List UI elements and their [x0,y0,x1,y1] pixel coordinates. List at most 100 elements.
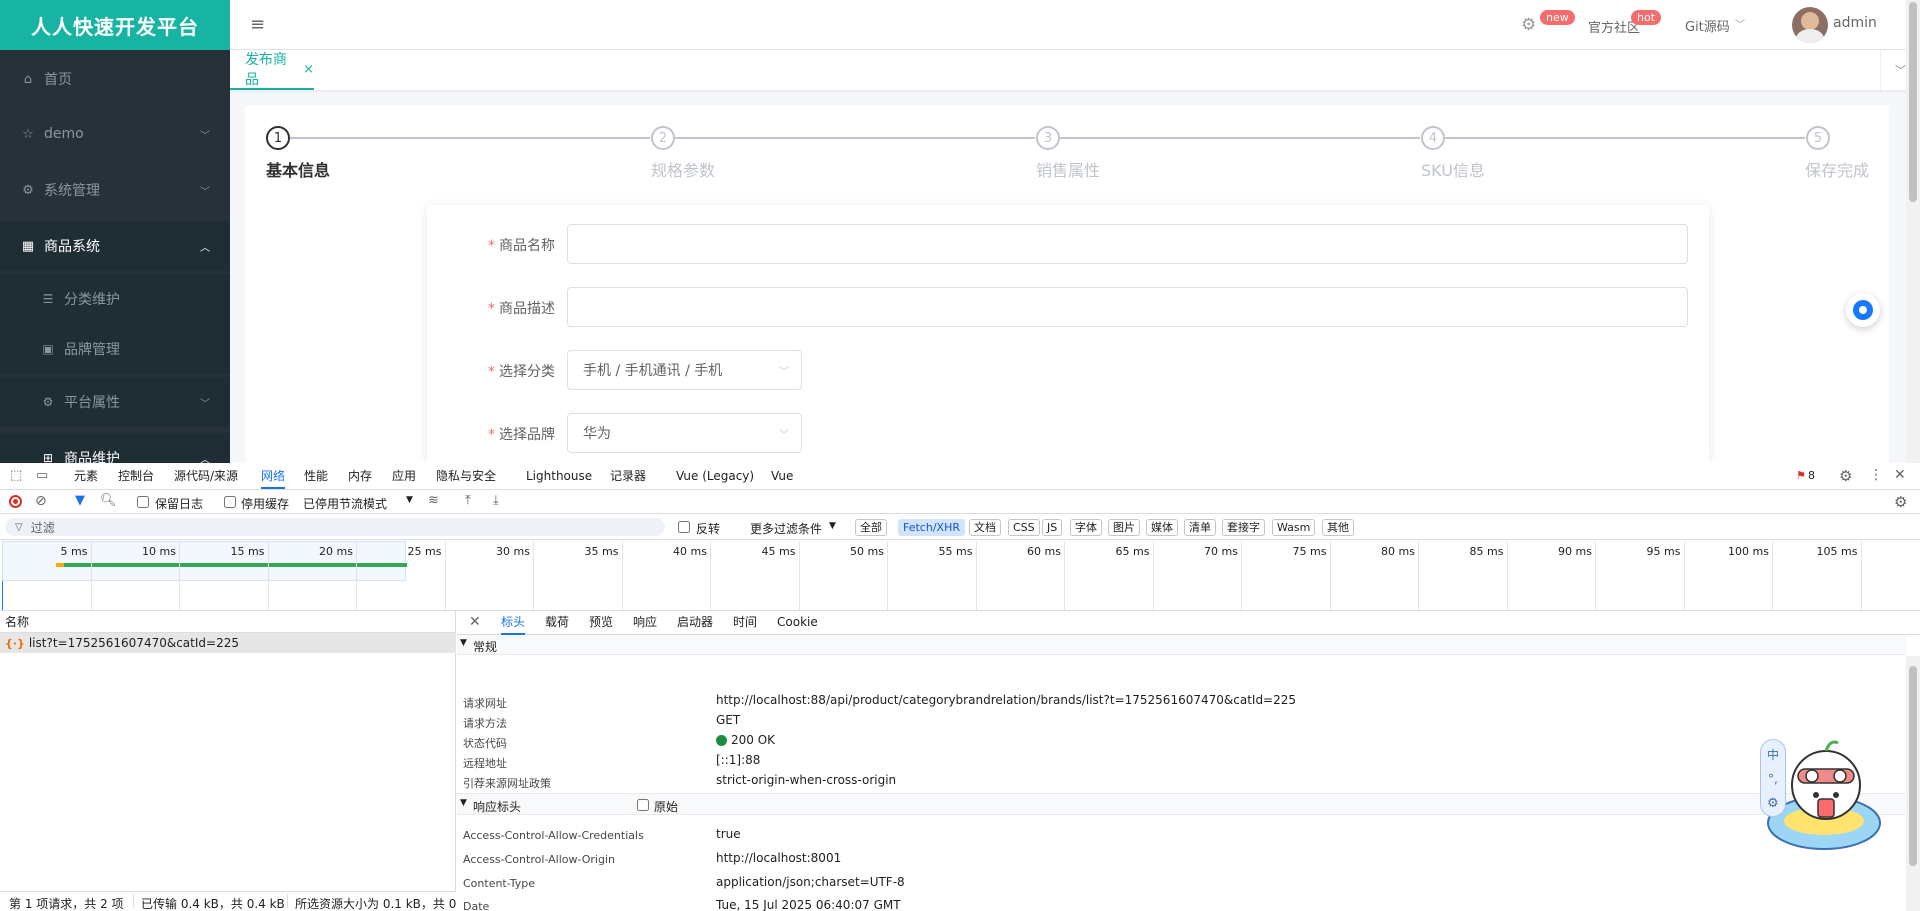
punctuation-icon[interactable]: °, [1768,772,1778,786]
close-icon[interactable]: × [303,62,314,77]
network-settings-icon[interactable]: ⚙ [1894,493,1907,511]
filter-icon[interactable]: ▼ [75,493,85,508]
response-headers-section-header[interactable]: ▼ 响应标头 原始 [457,793,1906,815]
header-value[interactable]: [::1]:88 [716,753,760,767]
tab-response[interactable]: 响应 [633,611,657,635]
timeline-tick-label: 75 ms [1292,545,1327,558]
header-value[interactable]: Tue, 15 Jul 2025 06:40:07 GMT [716,898,901,911]
header-value[interactable]: http://localhost:88/api/product/category… [716,693,1296,707]
sidebar-item-product-maintain[interactable]: ⊞ 商品维护 ︿ [0,433,230,463]
tab-memory[interactable]: 内存 [348,463,372,489]
chinese-input-icon[interactable]: 中 [1767,746,1779,763]
tab-elements[interactable]: 元素 [74,463,98,489]
tab-preview[interactable]: 预览 [589,611,613,635]
gear-icon[interactable]: ⚙ [1521,15,1536,35]
header-value[interactable]: http://localhost:8001 [716,851,841,865]
disable-cache-checkbox[interactable] [224,496,236,508]
filter-chip-css[interactable]: CSS [1008,519,1040,536]
tab-timing[interactable]: 时间 [733,611,757,635]
sidebar-item-system[interactable]: ⚙ 系统管理 ﹀ [0,165,230,215]
tab-initiator[interactable]: 启动器 [677,611,713,635]
filter-chip-media[interactable]: 媒体 [1146,519,1178,536]
issues-icon[interactable]: ⚑ [1796,469,1806,482]
request-list-header[interactable]: 名称 [0,611,456,633]
sidebar-item-category[interactable]: ☰ 分类维护 [0,274,230,324]
tab-performance[interactable]: 性能 [304,463,328,489]
clear-icon[interactable]: ⊘ [35,493,47,509]
device-toolbar-icon[interactable]: ▭ [36,468,48,483]
details-scrollbar[interactable] [1906,656,1920,911]
status-bar: 第 1 项请求，共 2 项 已传输 0.4 kB，共 0.4 kB 所选资源大小… [0,891,456,911]
sidebar-item-home[interactable]: ⌂ 首页 [0,54,230,104]
tab-vue[interactable]: Vue [771,463,793,489]
tab-payload[interactable]: 载荷 [545,611,569,635]
tab-console[interactable]: 控制台 [118,463,154,489]
git-source-menu[interactable]: Git源码 [1685,16,1730,35]
more-filters-dropdown[interactable]: 更多过滤条件 [750,520,822,537]
filter-chip-js[interactable]: JS [1042,519,1063,536]
floating-chat-button[interactable] [1846,293,1880,327]
sidebar-item-product-system[interactable]: ▦ 商品系统 ︿ [0,221,230,271]
filter-chip-fetch-xhr[interactable]: Fetch/XHR [898,519,965,536]
header-value[interactable]: strict-origin-when-cross-origin [716,773,896,787]
brand-logo[interactable]: 人人快速开发平台 [0,0,230,50]
product-desc-input[interactable] [567,287,1688,327]
tab-recorder[interactable]: 记录器 [610,463,646,489]
more-options-icon[interactable]: ⋮ [1869,467,1883,483]
tab-headers[interactable]: 标头 [501,611,526,635]
gear-icon[interactable]: ⚙ [1767,796,1779,811]
invert-checkbox[interactable] [678,521,690,533]
header-value[interactable]: application/json;charset=UTF-8 [716,875,905,889]
filter-chip-all[interactable]: 全部 [855,519,887,536]
timeline-tick-label: 15 ms [230,545,265,558]
tab-publish-product[interactable]: 发布商品 × [230,50,314,90]
header-value[interactable]: true [716,827,741,841]
sidebar-item-demo[interactable]: ☆ demo ﹀ [0,109,230,159]
tab-network[interactable]: 网络 [261,463,286,489]
filter-chip-socket[interactable]: 套接字 [1222,519,1265,536]
timeline-tick: 25 ms [408,541,446,610]
filter-chip-manifest[interactable]: 清单 [1184,519,1216,536]
close-devtools-icon[interactable]: ✕ [1894,467,1906,483]
product-name-input[interactable] [567,224,1688,264]
import-har-icon[interactable]: ⤒ [465,493,471,508]
header-value[interactable]: 200 OK [731,733,775,747]
throttle-select[interactable]: 已停用节流模式 [303,495,387,512]
close-details-icon[interactable]: ✕ [469,614,481,630]
filter-chip-wasm[interactable]: Wasm [1272,519,1316,536]
sidebar-item-platform-attr[interactable]: ⚙ 平台属性 ﹀ [0,377,230,427]
filter-chip-other[interactable]: 其他 [1322,519,1354,536]
tab-privacy-security[interactable]: 隐私与安全 [436,463,496,489]
search-icon[interactable]: 🔍︎ [100,493,117,508]
tab-sources[interactable]: 源代码/来源 [174,463,238,489]
timeline-tick-label: 80 ms [1381,545,1415,558]
table-row[interactable]: {·} list?t=1752561607470&catId=225 [0,633,456,653]
category-cascader[interactable]: 手机 / 手机通讯 / 手机 ﹀ [567,350,802,390]
hamburger-menu-icon[interactable]: ≡ [250,14,265,35]
general-section-header[interactable]: ▼ 常规 [457,635,1906,655]
settings-gear-icon[interactable]: ⚙ [1839,467,1852,485]
network-conditions-icon[interactable]: ≋ [428,493,439,508]
filter-input[interactable]: ▽ 过滤 [5,518,665,536]
sidebar-item-brand[interactable]: ▣ 品牌管理 [0,324,230,374]
header-value[interactable]: GET [716,713,740,727]
tab-application[interactable]: 应用 [392,463,416,489]
filter-chip-doc[interactable]: 文档 [969,519,1001,536]
user-name[interactable]: admin [1833,15,1877,31]
tab-cookies[interactable]: Cookie [777,611,818,635]
timeline-overview[interactable]: 5 ms 10 ms 15 ms 20 ms 25 ms 30 ms 35 ms 40 ms 4… [0,541,1920,611]
filter-chip-font[interactable]: 字体 [1070,519,1102,536]
export-har-icon[interactable]: ⤓ [493,493,499,508]
brand-select[interactable]: 华为 ﹀ [567,413,802,453]
filter-chip-img[interactable]: 图片 [1108,519,1140,536]
tab-lighthouse[interactable]: Lighthouse [526,463,592,489]
timeline-tick: 105 ms [1817,541,1862,610]
raw-headers-checkbox[interactable] [637,799,649,811]
disable-cache-label: 停用缓存 [241,497,290,511]
inspect-element-icon[interactable]: ⬚ [10,468,22,483]
tab-vue-legacy[interactable]: Vue (Legacy) [676,463,754,489]
record-icon[interactable] [9,495,22,508]
preserve-log-checkbox[interactable] [137,496,149,508]
avatar[interactable] [1792,7,1828,43]
page-scrollbar[interactable] [1906,0,1920,463]
